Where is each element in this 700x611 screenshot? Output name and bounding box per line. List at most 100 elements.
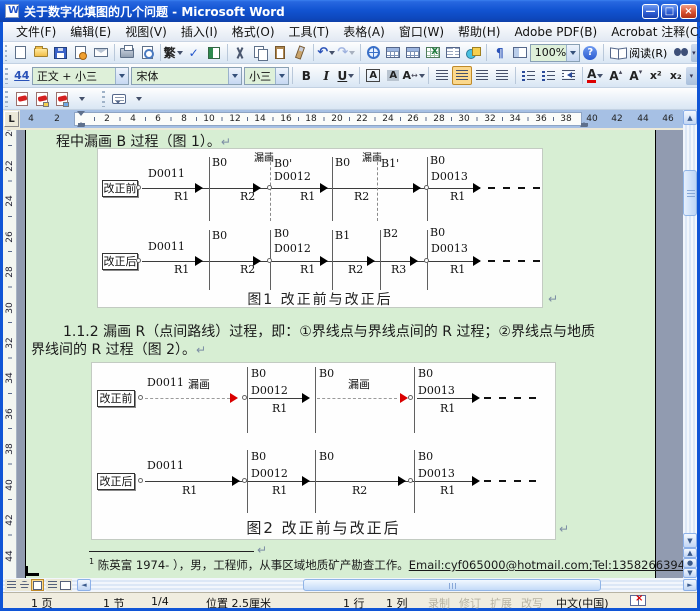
font-combobox[interactable]: 宋体 xyxy=(131,67,242,85)
read-layout-button[interactable]: 阅读(R) xyxy=(607,43,671,62)
toolbar-drag-handle[interactable] xyxy=(5,91,8,107)
numbering-icon[interactable] xyxy=(519,66,539,85)
menu-view[interactable]: 视图(V) xyxy=(118,21,174,42)
open-icon[interactable] xyxy=(31,43,51,62)
print-preview-icon[interactable] xyxy=(137,43,157,62)
scroll-down-button[interactable]: ▼ xyxy=(683,533,697,548)
tab-selector-button[interactable]: L xyxy=(4,111,19,127)
hyperlink-icon[interactable] xyxy=(363,43,383,62)
email-icon[interactable] xyxy=(91,43,111,62)
spelling-icon[interactable]: ✓ xyxy=(184,43,204,62)
italic-button[interactable]: I xyxy=(316,66,336,85)
page[interactable]: 程中漏画 B 过程（图 1）。↵ 改正前 xyxy=(25,130,656,578)
next-page-button[interactable]: ▼ xyxy=(683,568,697,578)
print-icon[interactable] xyxy=(117,43,137,62)
footnote-email-link[interactable]: Email:cyf065000@hotmail.com;Tel:13582663… xyxy=(409,558,683,572)
spelling-status-icon[interactable]: × xyxy=(630,595,646,606)
reading-layout-view-button[interactable] xyxy=(59,579,72,591)
align-right-icon[interactable] xyxy=(472,66,492,85)
font-color-icon[interactable]: A xyxy=(586,66,606,85)
find-icon[interactable] xyxy=(671,43,691,62)
menu-help[interactable]: 帮助(H) xyxy=(451,21,507,42)
maximize-button[interactable]: □ xyxy=(661,4,678,19)
menu-acrobat-comments[interactable]: Acrobat 注释(C) xyxy=(604,21,700,42)
previous-page-button[interactable]: ▲ xyxy=(683,548,697,558)
font-size-combobox[interactable]: 小三 xyxy=(244,67,289,85)
print-layout-view-button[interactable] xyxy=(31,579,44,591)
status-overtype[interactable]: 改写 xyxy=(521,595,543,611)
toolbar-options-button[interactable]: ▾ xyxy=(686,67,697,85)
help-icon[interactable]: ? xyxy=(580,43,600,62)
char-border-icon[interactable]: A xyxy=(363,66,383,85)
web-layout-view-button[interactable] xyxy=(18,579,31,591)
acrobat-comment-icon[interactable] xyxy=(109,89,129,108)
menu-adobe-pdf[interactable]: Adobe PDF(B) xyxy=(507,23,604,41)
paste-icon[interactable] xyxy=(270,43,290,62)
shrink-font-icon[interactable]: A▾ xyxy=(626,66,646,85)
document-map-icon[interactable] xyxy=(510,43,530,62)
align-left-icon[interactable] xyxy=(432,66,452,85)
outline-view-button[interactable] xyxy=(46,579,59,591)
menu-format[interactable]: 格式(O) xyxy=(225,21,282,42)
show-hide-icon[interactable]: ¶ xyxy=(490,43,510,62)
select-browse-object-button[interactable]: ● xyxy=(683,558,697,568)
undo-icon[interactable]: ↶ xyxy=(317,43,337,62)
columns-icon[interactable] xyxy=(443,43,463,62)
drawing-icon[interactable] xyxy=(463,43,483,62)
left-indent-marker[interactable] xyxy=(78,123,85,126)
new-document-icon[interactable] xyxy=(11,43,31,62)
scroll-right-button[interactable]: ► xyxy=(683,579,697,591)
zoom-combobox[interactable]: 100% xyxy=(530,44,580,62)
permission-icon[interactable] xyxy=(71,43,91,62)
style-combobox[interactable]: 正文 + 小三 xyxy=(32,67,130,85)
status-extend-selection[interactable]: 扩展 xyxy=(490,595,512,611)
convert-pdf-email-icon[interactable] xyxy=(32,89,52,108)
chinese-translate-icon[interactable]: 繁 xyxy=(164,43,184,62)
normal-view-button[interactable] xyxy=(5,579,18,591)
styles-pane-icon[interactable]: 44 xyxy=(12,66,32,85)
tables-borders-icon[interactable] xyxy=(383,43,403,62)
toolbar-options-button[interactable]: ▾ xyxy=(691,44,697,62)
menu-file[interactable]: 文件(F) xyxy=(9,21,63,42)
format-painter-icon[interactable] xyxy=(290,43,310,62)
cut-icon[interactable] xyxy=(230,43,250,62)
status-track-changes[interactable]: 修订 xyxy=(459,595,481,611)
horizontal-scrollbar-thumb[interactable] xyxy=(303,579,601,591)
status-record-macro[interactable]: 录制 xyxy=(428,595,450,611)
minimize-button[interactable]: — xyxy=(642,4,659,19)
menu-insert[interactable]: 插入(I) xyxy=(174,21,225,42)
pdf-toolbar-options-icon[interactable] xyxy=(72,89,92,108)
vertical-scrollbar-thumb[interactable] xyxy=(683,170,697,216)
char-shading-icon[interactable]: A xyxy=(383,66,403,85)
comment-toolbar-options-icon[interactable] xyxy=(129,89,149,108)
toolbar-drag-handle[interactable] xyxy=(5,68,8,84)
menu-window[interactable]: 窗口(W) xyxy=(392,21,451,42)
convert-to-pdf-icon[interactable] xyxy=(12,89,32,108)
bold-button[interactable]: B xyxy=(296,66,316,85)
indent-icon[interactable] xyxy=(559,66,579,85)
bullets-icon[interactable] xyxy=(539,66,559,85)
redo-icon[interactable]: ↷ xyxy=(337,43,357,62)
superscript-icon[interactable]: x² xyxy=(646,66,666,85)
char-scale-icon[interactable]: A↔ xyxy=(403,66,425,85)
zoom-dropdown-arrow[interactable] xyxy=(566,45,579,61)
status-language[interactable]: 中文(中国) xyxy=(556,595,609,611)
vertical-scrollbar[interactable]: ▲ ▼ ▲ ● ▼ xyxy=(683,110,697,578)
insert-table-icon[interactable] xyxy=(403,43,423,62)
scroll-left-button[interactable]: ◄ xyxy=(77,579,91,591)
research-icon[interactable] xyxy=(204,43,224,62)
convert-pdf-review-icon[interactable] xyxy=(52,89,72,108)
menu-table[interactable]: 表格(A) xyxy=(336,21,392,42)
right-indent-marker-base[interactable] xyxy=(581,123,588,126)
grow-font-icon[interactable]: A▴ xyxy=(606,66,626,85)
align-distribute-icon[interactable] xyxy=(492,66,512,85)
underline-button[interactable]: U xyxy=(336,66,356,85)
close-button[interactable]: × xyxy=(680,4,697,19)
horizontal-scrollbar[interactable]: ◄ ► xyxy=(3,578,697,592)
align-center-icon[interactable] xyxy=(452,66,472,85)
scroll-up-button[interactable]: ▲ xyxy=(683,110,697,125)
insert-excel-icon[interactable] xyxy=(423,43,443,62)
save-icon[interactable] xyxy=(51,43,71,62)
subscript-icon[interactable]: x₂ xyxy=(666,66,686,85)
menu-tools[interactable]: 工具(T) xyxy=(282,21,337,42)
